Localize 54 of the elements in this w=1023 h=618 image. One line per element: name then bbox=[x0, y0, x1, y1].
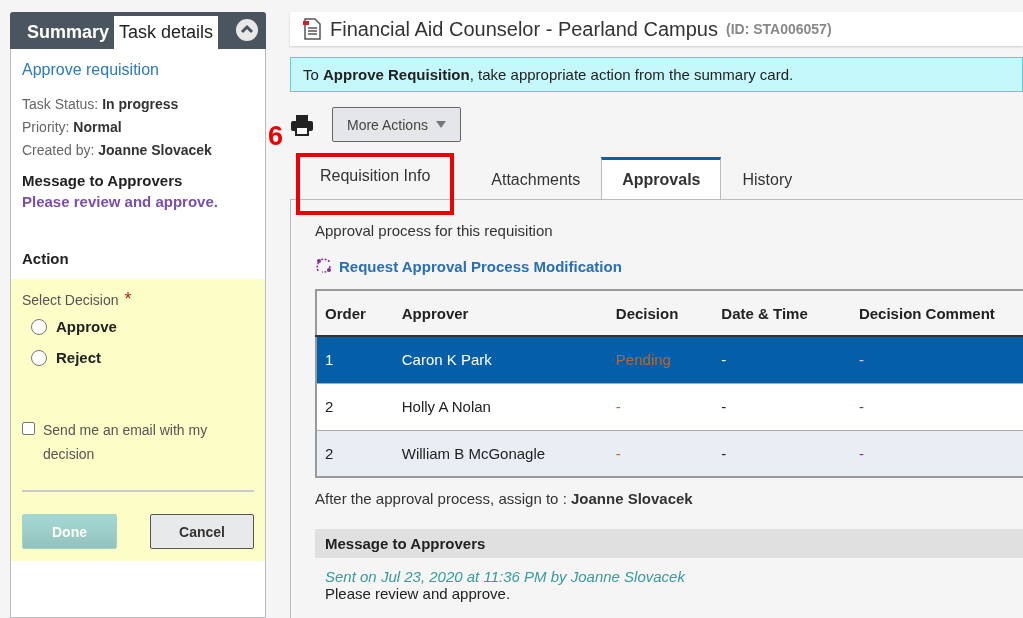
table-cell: William B McGonagle bbox=[393, 430, 608, 477]
collapse-icon[interactable] bbox=[236, 19, 258, 41]
radio-button[interactable] bbox=[31, 349, 47, 366]
task-detail: Created by: Joanne Slovacek bbox=[22, 141, 213, 160]
cancel-button[interactable]: Cancel bbox=[150, 514, 254, 549]
section-heading: Message to Approvers bbox=[315, 529, 1023, 558]
table-cell: - bbox=[607, 430, 714, 477]
radio-label[interactable]: Reject bbox=[56, 349, 102, 366]
decision-label: Select Decision bbox=[22, 292, 119, 308]
table-cell: - bbox=[713, 336, 851, 383]
print-icon[interactable] bbox=[290, 113, 314, 136]
table-cell: - bbox=[713, 430, 851, 477]
caret-icon bbox=[435, 121, 446, 128]
document-icon bbox=[302, 18, 322, 40]
table-cell: 2 bbox=[316, 383, 394, 430]
more-actions-button[interactable]: More Actions bbox=[332, 107, 461, 142]
modify-link[interactable]: Request Approval Process Modification bbox=[315, 257, 622, 275]
required-mark: * bbox=[124, 289, 132, 309]
radio-button[interactable] bbox=[31, 318, 47, 335]
panel-tab[interactable]: Task details bbox=[114, 16, 219, 49]
annotation-number: 6 bbox=[268, 121, 284, 152]
checkbox[interactable] bbox=[22, 422, 35, 435]
table-cell: Pending bbox=[607, 336, 714, 383]
table-cell: Caron K Park bbox=[393, 336, 608, 383]
approval-intro: Approval process for this requisition bbox=[315, 222, 554, 239]
action-heading: Action bbox=[22, 250, 70, 267]
table-cell: 1 bbox=[316, 336, 394, 383]
message-body: Please review and approve. bbox=[325, 585, 512, 602]
tab[interactable]: Attachments bbox=[470, 157, 602, 199]
process-icon bbox=[315, 257, 333, 275]
message-heading: Message to Approvers bbox=[22, 172, 184, 189]
info-banner: To Approve Requisition, take appropriate action from the summary card. bbox=[290, 57, 1023, 92]
assign-note: After the approval process, assign to : Joanne Slovacek bbox=[315, 490, 694, 507]
task-title: Approve requisition bbox=[22, 61, 160, 79]
task-detail: Task Status: In progress bbox=[22, 95, 180, 114]
sent-info: Sent on Jul 23, 2020 at 11:36 PM by Joanne Slovacek bbox=[325, 568, 687, 585]
table-cell: - bbox=[850, 336, 1023, 383]
table-cell: - bbox=[713, 383, 851, 430]
table-cell: Holly A Nolan bbox=[393, 383, 608, 430]
requisition-id: (ID: STA006057) bbox=[726, 21, 832, 37]
table-cell: 2 bbox=[316, 430, 394, 477]
tab[interactable]: Requisition Info bbox=[296, 153, 455, 215]
table-row[interactable]: 2 Holly A Nolan - - - bbox=[316, 383, 1023, 430]
tab[interactable]: Approvals bbox=[601, 157, 722, 199]
table-cell: - bbox=[850, 430, 1023, 477]
checkbox-label[interactable]: Send me an email with my decision bbox=[43, 418, 254, 466]
message-text: Please review and approve. bbox=[22, 193, 219, 210]
radio-label[interactable]: Approve bbox=[56, 318, 117, 335]
table-cell: - bbox=[850, 383, 1023, 430]
tab[interactable]: History bbox=[721, 157, 814, 199]
table-cell: - bbox=[607, 383, 714, 430]
page-title: Financial Aid Counselor - Pearland Campus bbox=[330, 17, 718, 41]
task-detail: Priority: Normal bbox=[22, 118, 123, 137]
panel-tab[interactable]: Summary bbox=[22, 16, 115, 49]
